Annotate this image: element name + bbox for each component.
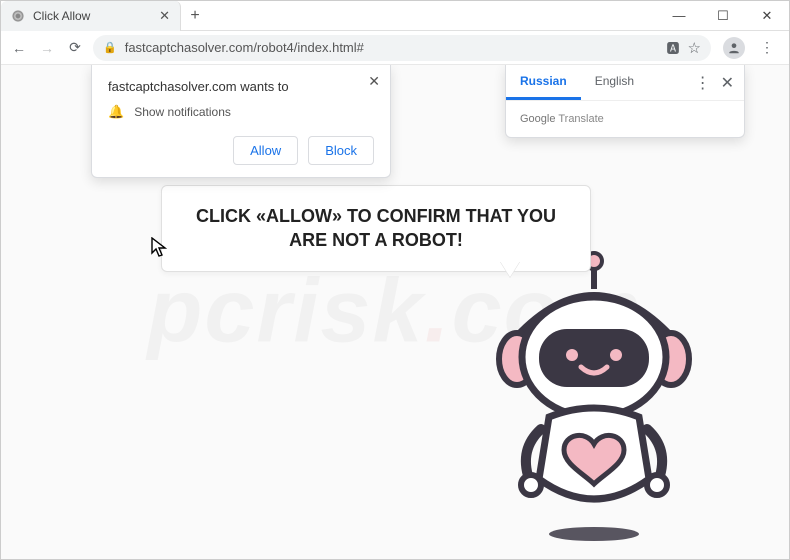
translate-tab-target[interactable]: English bbox=[581, 65, 648, 100]
window-controls: — ☐ ✕ bbox=[657, 1, 789, 30]
translate-tab-source[interactable]: Russian bbox=[506, 65, 581, 100]
browser-window: Click Allow ✕ + — ☐ ✕ ← → ⟳ 🔒 fastcaptch… bbox=[0, 0, 790, 560]
titlebar: Click Allow ✕ + — ☐ ✕ bbox=[1, 1, 789, 31]
maximize-button[interactable]: ☐ bbox=[701, 1, 745, 30]
toolbar-right: ⋮ bbox=[719, 37, 781, 59]
page-content: pcrisk.com ✕ fastcaptchasolver.com wants… bbox=[1, 65, 789, 559]
window-close-button[interactable]: ✕ bbox=[745, 1, 789, 30]
allow-button[interactable]: Allow bbox=[233, 136, 298, 165]
permission-close-icon[interactable]: ✕ bbox=[368, 73, 380, 90]
speech-bubble-text: CLICK «ALLOW» TO CONFIRM THAT YOU ARE NO… bbox=[196, 206, 556, 250]
minimize-button[interactable]: — bbox=[657, 1, 701, 30]
robot-icon bbox=[479, 249, 709, 549]
robot-illustration bbox=[479, 249, 709, 549]
user-icon bbox=[727, 41, 741, 55]
speech-bubble-container: CLICK «ALLOW» TO CONFIRM THAT YOU ARE NO… bbox=[161, 185, 591, 272]
translate-tools: ⋮ ✕ bbox=[695, 73, 744, 93]
bell-icon: 🔔 bbox=[108, 104, 124, 120]
address-bar[interactable]: 🔒 fastcaptchasolver.com/robot4/index.htm… bbox=[93, 35, 711, 61]
favicon-icon bbox=[11, 9, 25, 23]
translate-popup: Russian English ⋮ ✕ Google Translate bbox=[505, 65, 745, 138]
tab-title: Click Allow bbox=[33, 9, 151, 23]
back-button[interactable]: ← bbox=[9, 38, 29, 58]
translate-icon[interactable]: 🅰 bbox=[667, 38, 680, 57]
permission-origin-text: fastcaptchasolver.com wants to bbox=[108, 79, 374, 94]
notification-permission-popup: ✕ fastcaptchasolver.com wants to 🔔 Show … bbox=[91, 65, 391, 178]
speech-bubble: CLICK «ALLOW» TO CONFIRM THAT YOU ARE NO… bbox=[161, 185, 591, 272]
navbar: ← → ⟳ 🔒 fastcaptchasolver.com/robot4/ind… bbox=[1, 31, 789, 65]
new-tab-button[interactable]: + bbox=[181, 1, 209, 30]
tab-close-icon[interactable]: ✕ bbox=[159, 8, 170, 24]
block-button[interactable]: Block bbox=[308, 136, 374, 165]
translate-tabs: Russian English ⋮ ✕ bbox=[506, 65, 744, 101]
url-text: fastcaptchasolver.com/robot4/index.html# bbox=[125, 40, 659, 55]
permission-row: 🔔 Show notifications bbox=[108, 104, 374, 120]
menu-button[interactable]: ⋮ bbox=[757, 38, 777, 58]
lock-icon: 🔒 bbox=[103, 41, 117, 54]
star-icon[interactable]: ☆ bbox=[688, 39, 701, 57]
profile-avatar[interactable] bbox=[723, 37, 745, 59]
translate-close-icon[interactable]: ✕ bbox=[721, 73, 734, 93]
reload-button[interactable]: ⟳ bbox=[65, 38, 85, 58]
translate-provider: Google Translate bbox=[506, 101, 744, 137]
browser-tab[interactable]: Click Allow ✕ bbox=[1, 1, 181, 31]
permission-actions: Allow Block bbox=[108, 136, 374, 165]
permission-label: Show notifications bbox=[134, 105, 231, 119]
translate-menu-icon[interactable]: ⋮ bbox=[695, 73, 711, 93]
forward-button[interactable]: → bbox=[37, 38, 57, 58]
